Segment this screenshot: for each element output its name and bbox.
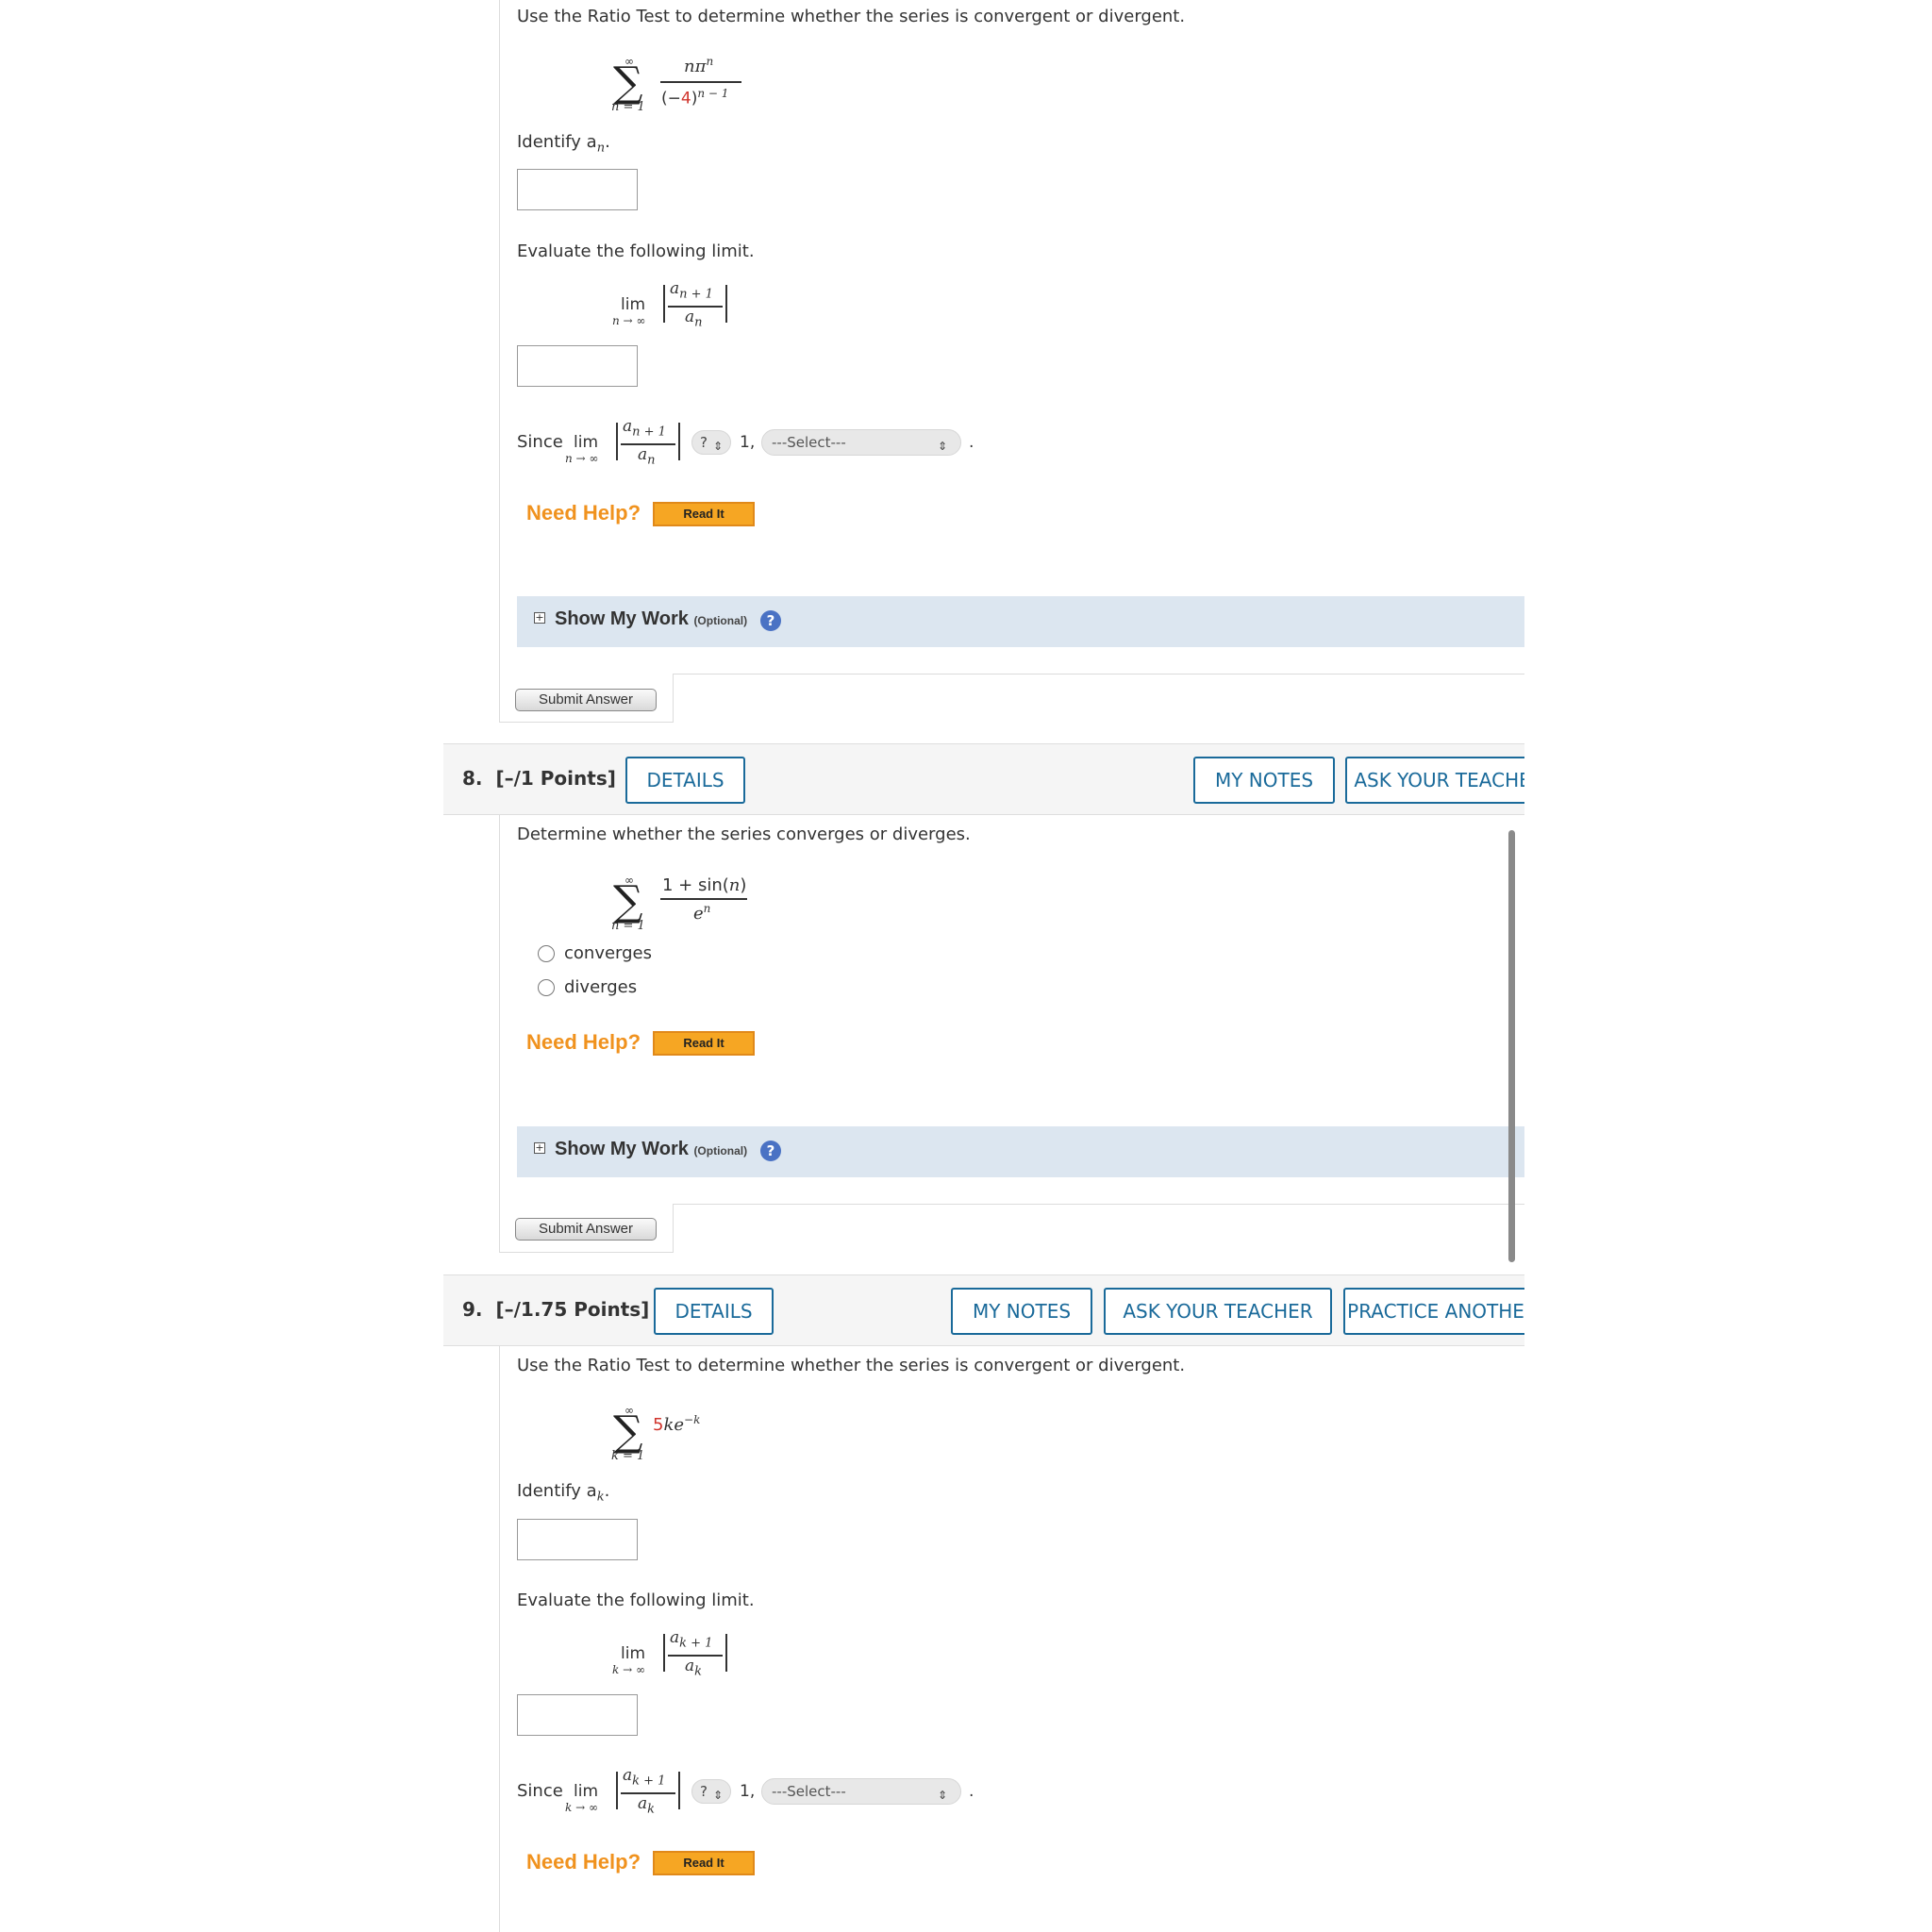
q7-show-my-work-title: Show My Work (Optional) [555, 608, 748, 629]
q9-since-abs-left [616, 1772, 618, 1809]
q8-submit-button[interactable]: Submit Answer [515, 1218, 657, 1241]
q8-prompt: Determine whether the series converges o… [517, 824, 971, 844]
q7-lim-under: n → ∞ [612, 314, 646, 327]
q7-need-help: Need Help? [526, 501, 641, 525]
q8-show-my-work-title: Show My Work (Optional) [555, 1139, 748, 1159]
q9-need-help: Need Help? [526, 1850, 641, 1874]
q8-denominator: en [693, 902, 711, 924]
q8-read-it-button[interactable]: Read It [653, 1031, 755, 1056]
q9-compare-number: 1, [740, 1782, 756, 1801]
help-icon[interactable]: ? [760, 1141, 781, 1161]
q9-since-top: ak + 1 [623, 1766, 666, 1789]
q9-evaluate-label: Evaluate the following limit. [517, 1591, 755, 1610]
q8-label-diverges: diverges [564, 977, 638, 997]
q9-number-points: 9. [–/1.75 Points] [462, 1298, 650, 1321]
q8-header: 8. [–/1 Points] DETAILS MY NOTES ASK YOU… [443, 743, 1524, 815]
q9-limit-input[interactable] [517, 1694, 638, 1736]
scrollbar-thumb[interactable] [1508, 830, 1515, 1262]
q8-radio-diverges[interactable] [538, 979, 555, 996]
q7-compare-select[interactable]: ? ⇕ [691, 430, 731, 455]
q9-details-button[interactable]: DETAILS [654, 1288, 774, 1335]
q7-submit-divider [674, 674, 1524, 675]
q8-my-notes-button[interactable]: MY NOTES [1193, 757, 1335, 804]
q9-conclusion-select[interactable]: ---Select--- ⇕ [761, 1778, 961, 1805]
q7-since-abs-right [678, 423, 680, 460]
q7-submit-button[interactable]: Submit Answer [515, 689, 657, 711]
q9-sum-lower: k = 1 [611, 1449, 645, 1463]
q7-since-lim: lim [574, 433, 599, 452]
q8-label-converges: converges [564, 943, 653, 963]
q7-lim: lim [621, 295, 646, 314]
question-left-border [499, 1346, 500, 1932]
q9-prompt: Use the Ratio Test to determine whether … [517, 1356, 1186, 1375]
question-left-border [499, 815, 500, 1253]
q7-identify-label: Identify an. [517, 132, 610, 156]
q9-since-lim: lim [574, 1782, 599, 1801]
question-left-border [499, 0, 500, 719]
q7-denominator: (−4)n − 1 [661, 87, 729, 108]
q9-since-bottom: ak [638, 1794, 656, 1817]
q9-header: 9. [–/1.75 Points] DETAILS MY NOTES ASK … [443, 1274, 1524, 1346]
q8-numerator: 1 + sin(n) [662, 875, 747, 895]
updown-chevron-icon: ⇕ [938, 1789, 948, 1802]
q7-read-it-button[interactable]: Read It [653, 502, 755, 526]
help-icon[interactable]: ? [760, 610, 781, 631]
q9-my-notes-button[interactable]: MY NOTES [951, 1288, 1092, 1335]
q9-read-it-button[interactable]: Read It [653, 1851, 755, 1875]
q9-ratio-bottom: ak [685, 1657, 703, 1679]
q7-abs-right [725, 285, 727, 323]
q7-sigma: ∑ [613, 58, 643, 107]
q8-submit-divider [674, 1204, 1524, 1205]
q9-sigma: ∑ [613, 1407, 643, 1456]
q7-period: . [969, 433, 974, 452]
q7-numerator: nπn [684, 55, 714, 76]
q9-since-abs-right [678, 1772, 680, 1809]
q8-sum-lower: n = 1 [611, 919, 645, 933]
q7-ratio-bottom: an [685, 308, 703, 330]
q7-limit-input[interactable] [517, 345, 638, 387]
q8-show-my-work[interactable]: + Show My Work (Optional) ? [517, 1126, 1524, 1177]
expand-plus-icon[interactable]: + [534, 1142, 545, 1154]
q7-fraction-line [660, 81, 741, 83]
q7-evaluate-label: Evaluate the following limit. [517, 242, 755, 261]
q9-ask-teacher-button[interactable]: ASK YOUR TEACHER [1104, 1288, 1332, 1335]
q8-sigma: ∑ [613, 877, 643, 925]
q9-period: . [969, 1782, 974, 1801]
q9-ratio-top: ak + 1 [670, 1628, 713, 1651]
updown-chevron-icon: ⇕ [713, 440, 724, 453]
updown-chevron-icon: ⇕ [938, 440, 948, 453]
q9-abs-left [663, 1634, 665, 1672]
q7-since-bottom: an [638, 445, 656, 468]
q8-details-button[interactable]: DETAILS [625, 757, 745, 804]
q9-identify-input[interactable] [517, 1519, 638, 1560]
updown-chevron-icon: ⇕ [713, 1789, 724, 1802]
q9-lim-under: k → ∞ [612, 1663, 645, 1676]
q9-compare-select[interactable]: ? ⇕ [691, 1779, 731, 1804]
q9-term: 5ke−k [653, 1413, 701, 1435]
q8-fraction-line [660, 898, 747, 900]
expand-plus-icon[interactable]: + [534, 612, 545, 624]
q7-sum-lower: n = 1 [611, 100, 645, 114]
q9-identify-label: Identify ak. [517, 1481, 610, 1505]
q8-number-points: 8. [–/1 Points] [462, 767, 616, 790]
q7-prompt: Use the Ratio Test to determine whether … [517, 7, 1186, 26]
q7-identify-input[interactable] [517, 169, 638, 210]
q7-since-top: an + 1 [623, 417, 666, 440]
q8-need-help: Need Help? [526, 1030, 641, 1054]
q7-ratio-top: an + 1 [670, 279, 713, 302]
q7-abs-left [663, 285, 665, 323]
q8-ask-teacher-button[interactable]: ASK YOUR TEACHER [1345, 757, 1524, 804]
q7-show-my-work[interactable]: + Show My Work (Optional) ? [517, 596, 1524, 647]
q9-since-label: Since [517, 1781, 563, 1801]
q7-since-lim-under: n → ∞ [565, 452, 599, 465]
q7-compare-number: 1, [740, 433, 756, 452]
q9-abs-right [725, 1634, 727, 1672]
q9-since-lim-under: k → ∞ [565, 1801, 598, 1814]
q9-lim: lim [621, 1644, 646, 1663]
q8-radio-converges[interactable] [538, 945, 555, 962]
q9-practice-another-button[interactable]: PRACTICE ANOTHER [1343, 1288, 1524, 1335]
q7-since-label: Since [517, 432, 563, 452]
q7-conclusion-select[interactable]: ---Select--- ⇕ [761, 429, 961, 456]
q7-since-abs-left [616, 423, 618, 460]
